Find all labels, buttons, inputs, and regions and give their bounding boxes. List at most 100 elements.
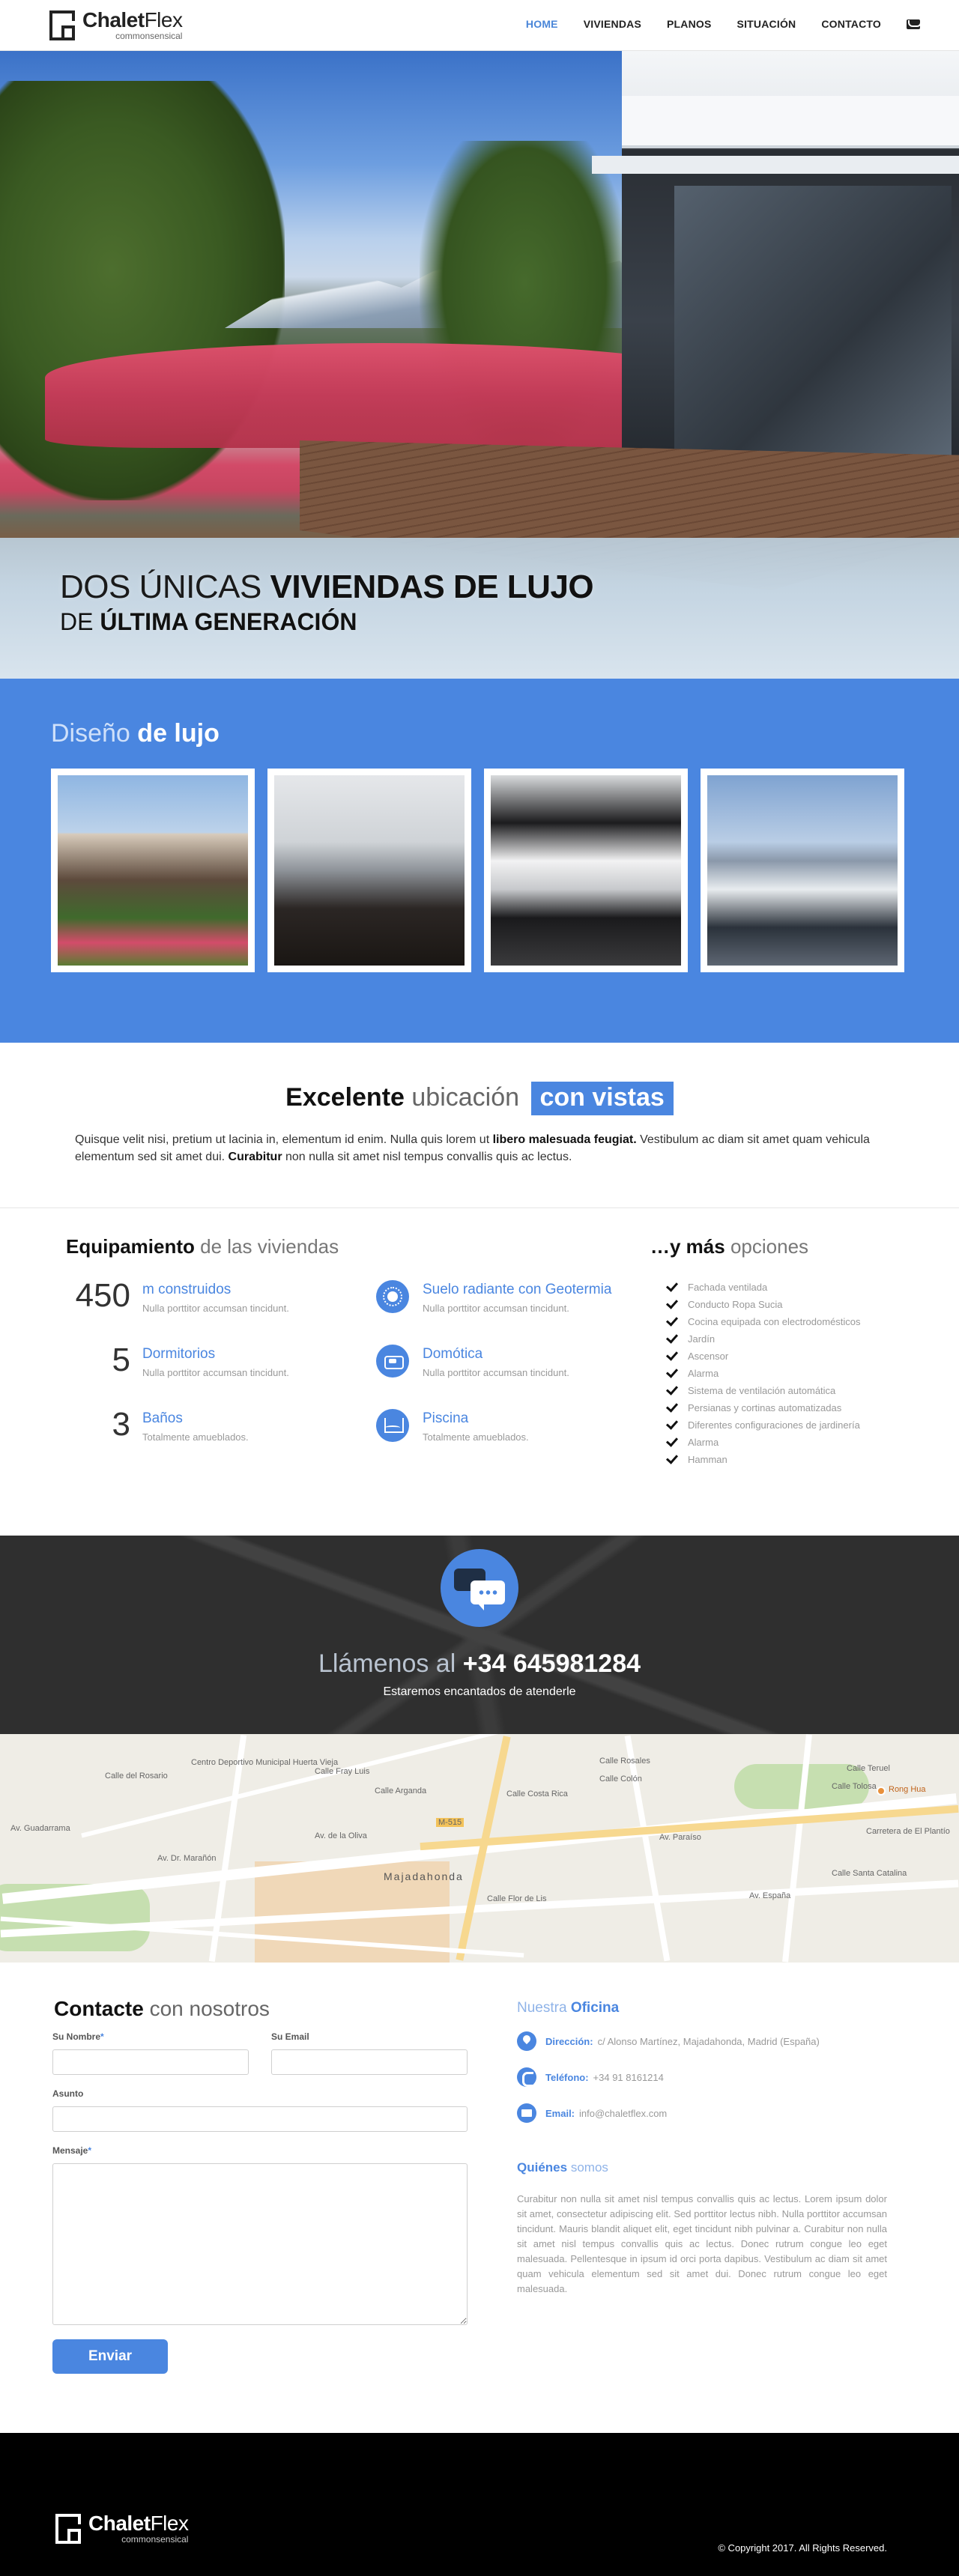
stat-bedrooms: 5 Dormitorios Nulla porttitor accumsan ti…	[66, 1342, 289, 1379]
name-label-text: Su Nombre	[52, 2031, 101, 2042]
nav-viviendas[interactable]: VIVIENDAS	[584, 18, 641, 30]
stat-bathrooms: 3 Baños Totalmente amueblados.	[66, 1406, 249, 1443]
email-label-text: Su Email	[271, 2031, 309, 2042]
photo-gallery	[51, 769, 917, 972]
map-label: Calle Fray Luis	[315, 1767, 370, 1776]
stat-label: Baños	[142, 1410, 183, 1426]
nav-planos[interactable]: PLANOS	[667, 18, 712, 30]
footer-logo[interactable]: ChaletFlex commonsensical	[52, 2511, 189, 2545]
list-item: Hamman	[665, 1451, 861, 1468]
stat-number: 3	[112, 1406, 130, 1443]
check-icon	[665, 1313, 679, 1327]
logo-name-bold: Chalet	[82, 7, 145, 31]
map-label: Calle Rosales	[599, 1757, 650, 1766]
envelope-icon[interactable]	[907, 19, 920, 29]
office-title: Nuestra Oficina	[517, 2000, 619, 2016]
email-value[interactable]: info@chaletflex.com	[579, 2108, 667, 2119]
feature-desc: Nulla porttitor accumsan tincidunt.	[423, 1303, 569, 1314]
call-title-light: Llámenos al	[318, 1649, 456, 1678]
footer-logo-name-rest: Flex	[150, 2511, 189, 2535]
office-title-bold: Oficina	[570, 2000, 620, 2016]
option-label: Diferentes configuraciones de jardinería	[688, 1419, 860, 1431]
logo-mark-icon	[52, 2511, 84, 2545]
gallery-photo-exterior[interactable]	[51, 769, 255, 972]
check-icon	[665, 1279, 679, 1292]
gallery-photo-living-room[interactable]	[267, 769, 471, 972]
list-item: Alarma	[665, 1434, 861, 1451]
stat-number: 450	[75, 1277, 130, 1314]
stat-desc: Totalmente amueblados.	[142, 1431, 249, 1443]
name-label: Su Nombre*	[52, 2031, 104, 2042]
email-label: Su Email	[271, 2031, 309, 2042]
check-icon	[665, 1416, 679, 1430]
map-label: Av. Guadarrama	[10, 1824, 70, 1833]
stat-area: 450 m construidos Nulla porttitor accumsa…	[66, 1277, 289, 1315]
message-field[interactable]	[52, 2163, 468, 2325]
main-nav: HOME VIVIENDAS PLANOS SITUACIÓN CONTACTO	[500, 18, 920, 30]
equipment-section: Equipamiento de las viviendas 450 m cons…	[0, 1208, 959, 1536]
map-label: Av. España	[749, 1891, 791, 1900]
phone-value[interactable]: +34 91 8161214	[593, 2072, 664, 2083]
map-label: Av. Dr. Marañón	[157, 1854, 217, 1863]
option-label: Hamman	[688, 1454, 727, 1465]
design-title-bold: de lujo	[137, 719, 220, 748]
stat-desc: Nulla porttitor accumsan tincidunt.	[142, 1367, 289, 1378]
location-text-bold-1: libero malesuada feugiat.	[492, 1133, 637, 1146]
footer-logo-text: ChaletFlex commonsensical	[88, 2511, 189, 2544]
nav-home[interactable]: HOME	[526, 18, 558, 30]
check-icon	[665, 1365, 679, 1378]
hero-image-house	[592, 51, 959, 500]
option-label: Persianas y cortinas automatizadas	[688, 1402, 842, 1413]
map-label: Calle Arganda	[375, 1786, 427, 1795]
pool-icon	[376, 1409, 409, 1442]
check-icon	[665, 1348, 679, 1361]
email-field[interactable]	[271, 2049, 468, 2075]
location-title-light: ubicación	[411, 1083, 520, 1112]
nav-contacto[interactable]: CONTACTO	[821, 18, 881, 30]
map-label: Calle Teruel	[847, 1764, 890, 1773]
list-item: Persianas y cortinas automatizadas	[665, 1399, 861, 1416]
stat-number: 5	[112, 1342, 130, 1378]
location-text: Quisque velit nisi, pretium ut lacinia i…	[75, 1131, 892, 1166]
logo-name-rest: Flex	[144, 7, 183, 31]
gallery-photo-kitchen[interactable]	[484, 769, 688, 972]
call-phone-number[interactable]: +34 645981284	[463, 1649, 641, 1678]
check-icon	[665, 1399, 679, 1413]
feature-desc: Nulla porttitor accumsan tincidunt.	[423, 1367, 569, 1378]
map-label: Calle del Rosario	[105, 1772, 168, 1781]
hero-line2-light: DE	[60, 608, 100, 635]
name-field[interactable]	[52, 2049, 249, 2075]
address-label: Dirección:	[545, 2035, 593, 2047]
nav-situacion[interactable]: SITUACIÓN	[737, 18, 796, 30]
logo[interactable]: ChaletFlex commonsensical	[46, 7, 183, 42]
option-label: Alarma	[688, 1437, 719, 1448]
site-footer: ChaletFlex commonsensical © Copyright 20…	[0, 2433, 959, 2576]
stat-desc: Nulla porttitor accumsan tincidunt.	[142, 1303, 289, 1314]
map-label: Calle Tolosa	[832, 1782, 877, 1791]
send-button[interactable]: Enviar	[52, 2339, 168, 2374]
feature-desc: Totalmente amueblados.	[423, 1431, 529, 1443]
subject-field[interactable]	[52, 2106, 468, 2132]
location-text-1: Quisque velit nisi, pretium ut lacinia i…	[75, 1133, 493, 1146]
map-poi-pin-icon[interactable]	[877, 1786, 886, 1795]
map-label: Carretera de El Plantío	[866, 1827, 950, 1836]
hero-title: DOS ÚNICAS VIVIENDAS DE LUJO DE ÚLTIMA G…	[60, 568, 594, 637]
location-map[interactable]: Majadahonda Centro Deportivo Municipal H…	[0, 1734, 959, 1963]
gallery-photo-bathroom[interactable]	[701, 769, 904, 972]
location-title-highlight: con vistas	[530, 1082, 674, 1115]
logo-text: ChaletFlex commonsensical	[82, 7, 183, 40]
check-icon	[665, 1382, 679, 1395]
message-label: Mensaje*	[52, 2145, 91, 2156]
smart-home-icon	[376, 1345, 409, 1378]
check-icon	[665, 1296, 679, 1309]
call-title: Llámenos al +34 645981284	[0, 1649, 959, 1679]
map-label: Calle Costa Rica	[506, 1789, 568, 1798]
map-poi-label: Rong Hua	[889, 1785, 926, 1794]
map-town-label: Majadahonda	[384, 1870, 464, 1882]
office-title-light: Nuestra	[517, 2000, 567, 2016]
option-label: Conducto Ropa Sucia	[688, 1299, 783, 1310]
contact-section: Contacte con nosotros Su Nombre* Su Emai…	[0, 1963, 959, 2433]
location-title: Excelente ubicación con vistas	[0, 1082, 959, 1115]
option-label: Sistema de ventilación automática	[688, 1385, 836, 1396]
email-icon	[517, 2103, 536, 2123]
